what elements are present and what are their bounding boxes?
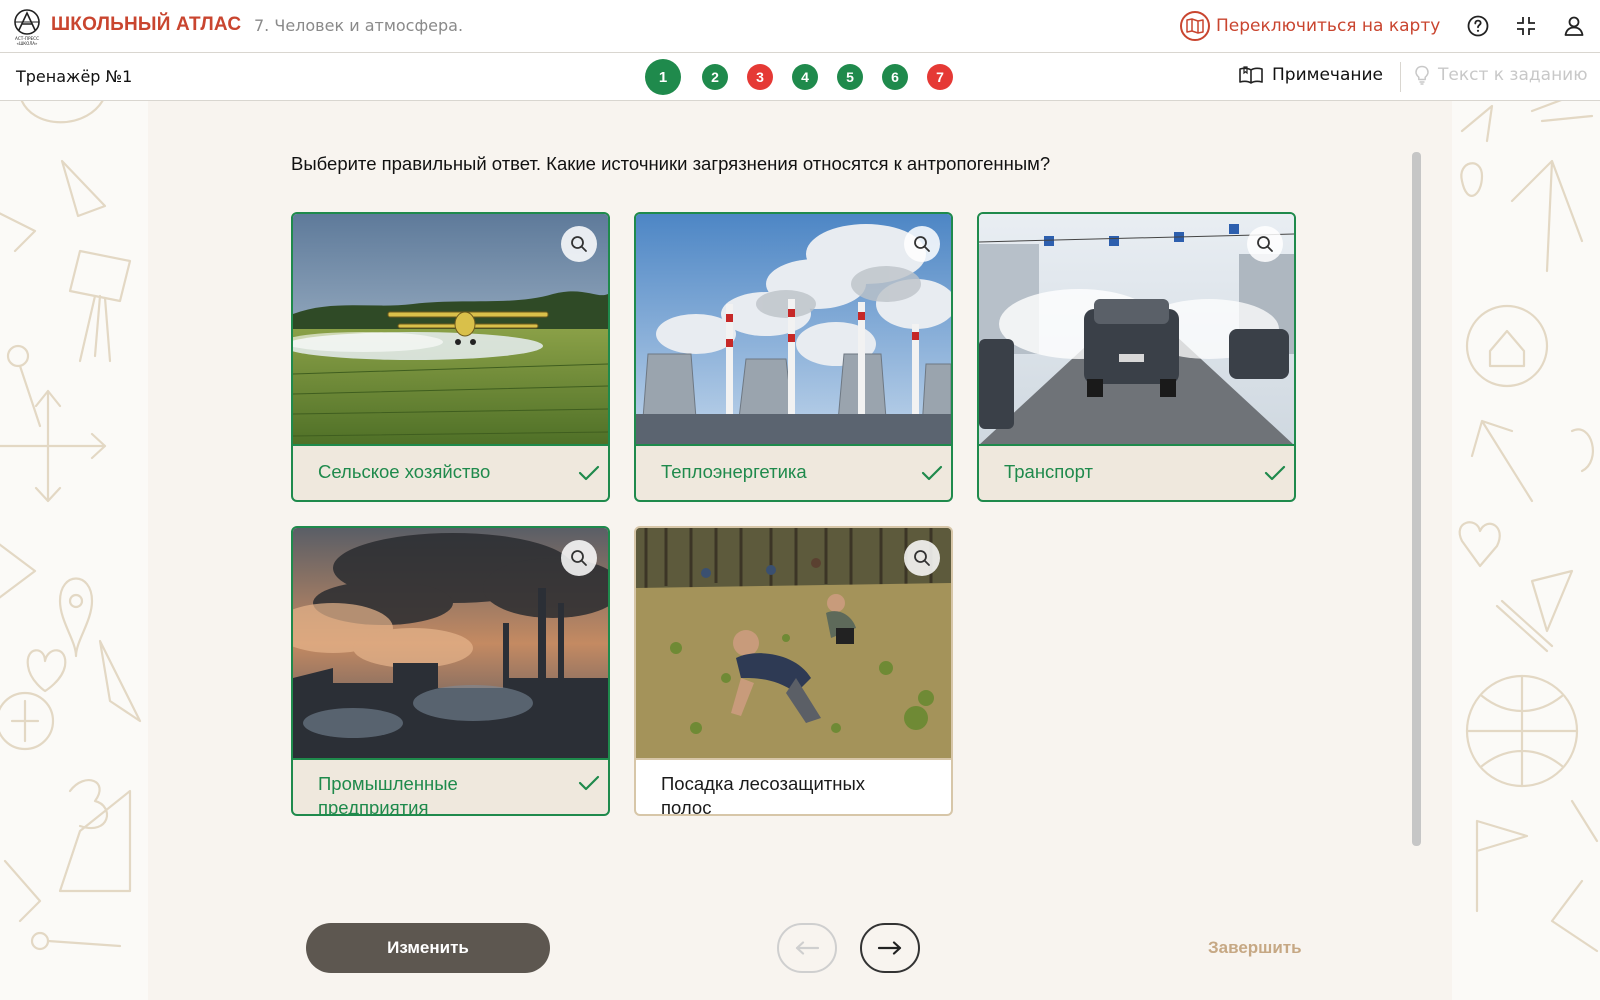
previous-button[interactable] <box>777 923 837 973</box>
section-title: 7. Человек и атмосфера. <box>254 16 464 35</box>
task-text-button[interactable]: Текст к заданию <box>1414 65 1588 85</box>
step-5[interactable]: 5 <box>837 64 863 90</box>
answer-label: Транспорт <box>1004 461 1093 482</box>
question-panel: Выберите правильный ответ. Какие источни… <box>148 101 1452 1000</box>
help-icon[interactable] <box>1466 14 1490 38</box>
zoom-icon[interactable] <box>561 226 597 262</box>
checkmark-icon <box>578 465 600 481</box>
step-3[interactable]: 3 <box>747 64 773 90</box>
change-button[interactable]: Изменить <box>306 923 550 973</box>
card-divider <box>293 758 608 760</box>
lightbulb-icon <box>1415 65 1429 85</box>
scrollbar[interactable] <box>1412 152 1421 846</box>
map-icon <box>1180 11 1210 41</box>
checkmark-icon <box>1264 465 1286 481</box>
answer-card-industry[interactable]: Промышленные предприятия <box>291 526 610 816</box>
card-divider <box>293 444 608 446</box>
switch-map-label: Переключиться на карту <box>1216 16 1441 36</box>
brand-title[interactable]: ШКОЛЬНЫЙ АТЛАС <box>51 14 241 36</box>
note-button[interactable]: Примечание <box>1238 65 1383 85</box>
next-button[interactable] <box>860 923 920 973</box>
zoom-icon[interactable] <box>561 540 597 576</box>
card-divider <box>636 444 951 446</box>
note-label: Примечание <box>1272 65 1383 85</box>
answer-card-tree-planting[interactable]: Посадка лесозащитных полос <box>634 526 953 816</box>
arrow-right-icon <box>877 941 902 955</box>
answer-label: Сельское хозяйство <box>318 461 491 482</box>
step-7[interactable]: 7 <box>927 64 953 90</box>
step-6[interactable]: 6 <box>882 64 908 90</box>
svg-text:«ШКОЛА»: «ШКОЛА» <box>17 41 38 46</box>
sub-bar: Тренажёр №1 1 2 3 4 5 6 7 Примечание Тек… <box>0 53 1600 101</box>
open-book-icon <box>1239 66 1263 84</box>
doodle-background-right <box>1458 101 1599 953</box>
step-4[interactable]: 4 <box>792 64 818 90</box>
step-1[interactable]: 1 <box>645 59 681 95</box>
card-divider <box>636 758 951 760</box>
arrow-left-icon <box>795 941 820 955</box>
zoom-icon[interactable] <box>1247 226 1283 262</box>
card-divider <box>979 444 1294 446</box>
collapse-icon[interactable] <box>1514 14 1538 38</box>
step-2[interactable]: 2 <box>702 64 728 90</box>
divider <box>1400 62 1401 92</box>
task-text-label: Текст к заданию <box>1438 65 1588 85</box>
switch-to-map-button[interactable]: Переключиться на карту <box>1180 10 1440 42</box>
atlas-logo-icon[interactable]: АСТ-ПРЕСС «ШКОЛА» <box>10 8 44 46</box>
trainer-title: Тренажёр №1 <box>16 67 133 86</box>
answer-label: Теплоэнергетика <box>661 461 807 482</box>
doodle-background-left <box>0 101 142 951</box>
finish-button[interactable]: Завершить <box>1208 938 1302 958</box>
answer-card-transport[interactable]: Транспорт <box>977 212 1296 502</box>
user-icon[interactable] <box>1562 14 1586 38</box>
zoom-icon[interactable] <box>904 226 940 262</box>
answer-label: Посадка лесозащитных полос <box>661 773 866 816</box>
top-bar: АСТ-ПРЕСС «ШКОЛА» ШКОЛЬНЫЙ АТЛАС 7. Чело… <box>0 0 1600 53</box>
checkmark-icon <box>578 775 600 791</box>
answer-card-agriculture[interactable]: Сельское хозяйство <box>291 212 610 502</box>
answer-label: Промышленные предприятия <box>318 773 458 816</box>
checkmark-icon <box>921 465 943 481</box>
question-text: Выберите правильный ответ. Какие источни… <box>291 153 1051 174</box>
zoom-icon[interactable] <box>904 540 940 576</box>
answer-card-power-plant[interactable]: Теплоэнергетика <box>634 212 953 502</box>
